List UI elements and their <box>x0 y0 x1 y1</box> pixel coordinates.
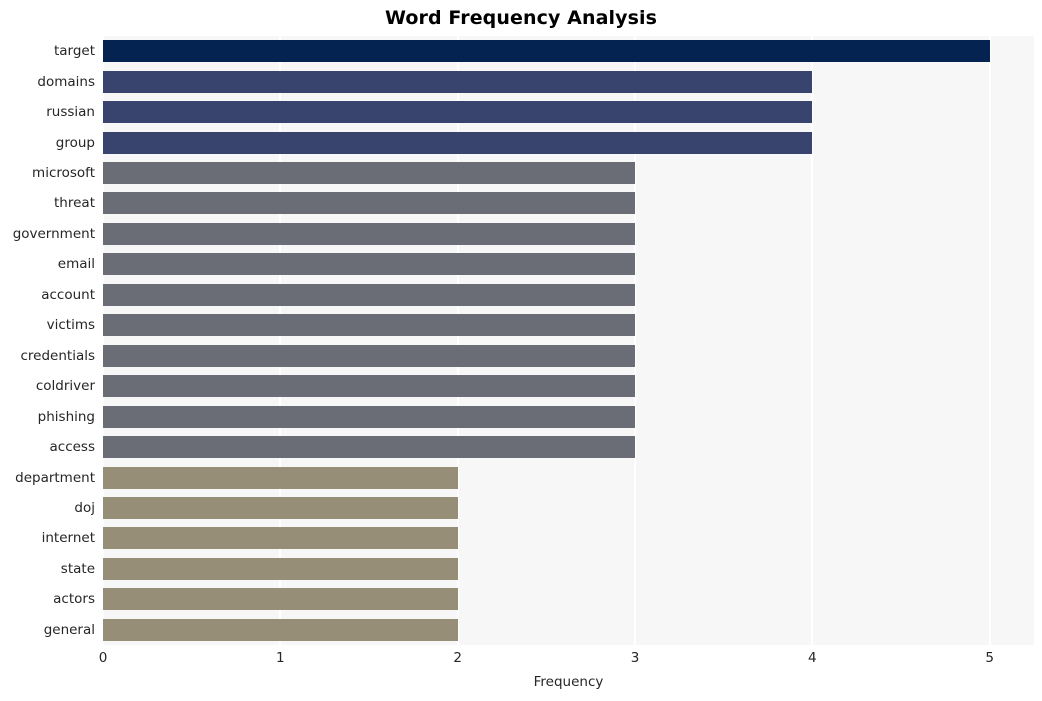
bar-row <box>103 223 1034 245</box>
bar-row <box>103 101 1034 123</box>
gridline-x-3 <box>634 36 636 645</box>
bar-row <box>103 71 1034 93</box>
x-tick-label-2: 2 <box>453 650 462 666</box>
bar-account <box>103 284 635 306</box>
gridline-x-4 <box>811 36 814 645</box>
bar-domains <box>103 71 813 93</box>
bar-victims <box>103 314 635 336</box>
y-tick-label-group: group <box>55 135 95 151</box>
bar-row <box>103 132 1034 154</box>
y-tick-label-doj: doj <box>74 500 95 516</box>
y-tick-label-internet: internet <box>41 530 95 546</box>
x-axis-tick-labels: 0 1 2 3 4 5 <box>99 648 1034 670</box>
gridline-x-0 <box>103 36 104 645</box>
gridline-x-2 <box>456 36 459 645</box>
x-tick-label-0: 0 <box>98 650 108 666</box>
bar-row <box>103 162 1034 184</box>
bar-doj <box>103 497 458 519</box>
bar-row <box>103 406 1034 428</box>
bar-row <box>103 436 1034 458</box>
y-axis-tick-labels: target domains russian group microsoft threat… <box>0 36 95 645</box>
bar-row <box>103 527 1034 549</box>
y-tick-label-email: email <box>57 256 95 272</box>
y-tick-label-general: general <box>43 622 95 638</box>
bar-general <box>103 619 458 641</box>
chart-title: Word Frequency Analysis <box>384 7 658 29</box>
bar-row <box>103 375 1034 397</box>
y-tick-label-access: access <box>49 439 96 455</box>
bar-target <box>103 40 990 62</box>
bar-russian <box>103 101 813 123</box>
y-tick-label-credentials: credentials <box>20 348 95 364</box>
plot-area <box>103 36 1034 645</box>
bar-state <box>103 558 458 580</box>
y-tick-label-account: account <box>41 287 95 303</box>
bar-credentials <box>103 345 635 367</box>
y-tick-label-government: government <box>12 226 95 242</box>
bar-access <box>103 436 635 458</box>
bar-microsoft <box>103 162 635 184</box>
y-tick-label-domains: domains <box>37 74 95 90</box>
y-tick-label-department: department <box>15 470 95 486</box>
bar-row <box>103 558 1034 580</box>
bar-email <box>103 253 635 275</box>
bar-row <box>103 619 1034 641</box>
bar-row <box>103 467 1034 489</box>
gridline-x-5 <box>988 36 991 645</box>
bar-row <box>103 345 1034 367</box>
bar-group <box>103 132 813 154</box>
x-tick-label-1: 1 <box>276 650 285 666</box>
bar-row <box>103 588 1034 610</box>
bar-internet <box>103 527 458 549</box>
x-axis-label: Frequency <box>533 674 604 690</box>
y-tick-label-victims: victims <box>46 317 95 333</box>
bar-government <box>103 223 635 245</box>
x-tick-label-4: 4 <box>808 650 817 666</box>
x-tick-label-3: 3 <box>630 650 640 666</box>
bar-row <box>103 314 1034 336</box>
word-frequency-bar-chart: Word Frequency Analysis target domains rus… <box>0 0 1042 701</box>
bar-threat <box>103 192 635 214</box>
bar-coldriver <box>103 375 635 397</box>
y-tick-label-coldriver: coldriver <box>35 378 95 394</box>
bar-phishing <box>103 406 635 428</box>
bar-department <box>103 467 458 489</box>
bar-row <box>103 40 1034 62</box>
bar-row <box>103 497 1034 519</box>
x-tick-label-5: 5 <box>985 650 994 666</box>
y-tick-label-russian: russian <box>46 104 95 120</box>
bar-actors <box>103 588 458 610</box>
y-tick-label-microsoft: microsoft <box>32 165 95 181</box>
y-tick-label-threat: threat <box>54 195 95 211</box>
y-tick-label-actors: actors <box>53 591 95 607</box>
bar-row <box>103 284 1034 306</box>
bar-row <box>103 253 1034 275</box>
gridline-x-1 <box>279 36 282 645</box>
y-tick-label-state: state <box>60 561 95 577</box>
y-tick-label-phishing: phishing <box>37 409 95 425</box>
bar-row <box>103 192 1034 214</box>
y-tick-label-target: target <box>53 43 95 59</box>
